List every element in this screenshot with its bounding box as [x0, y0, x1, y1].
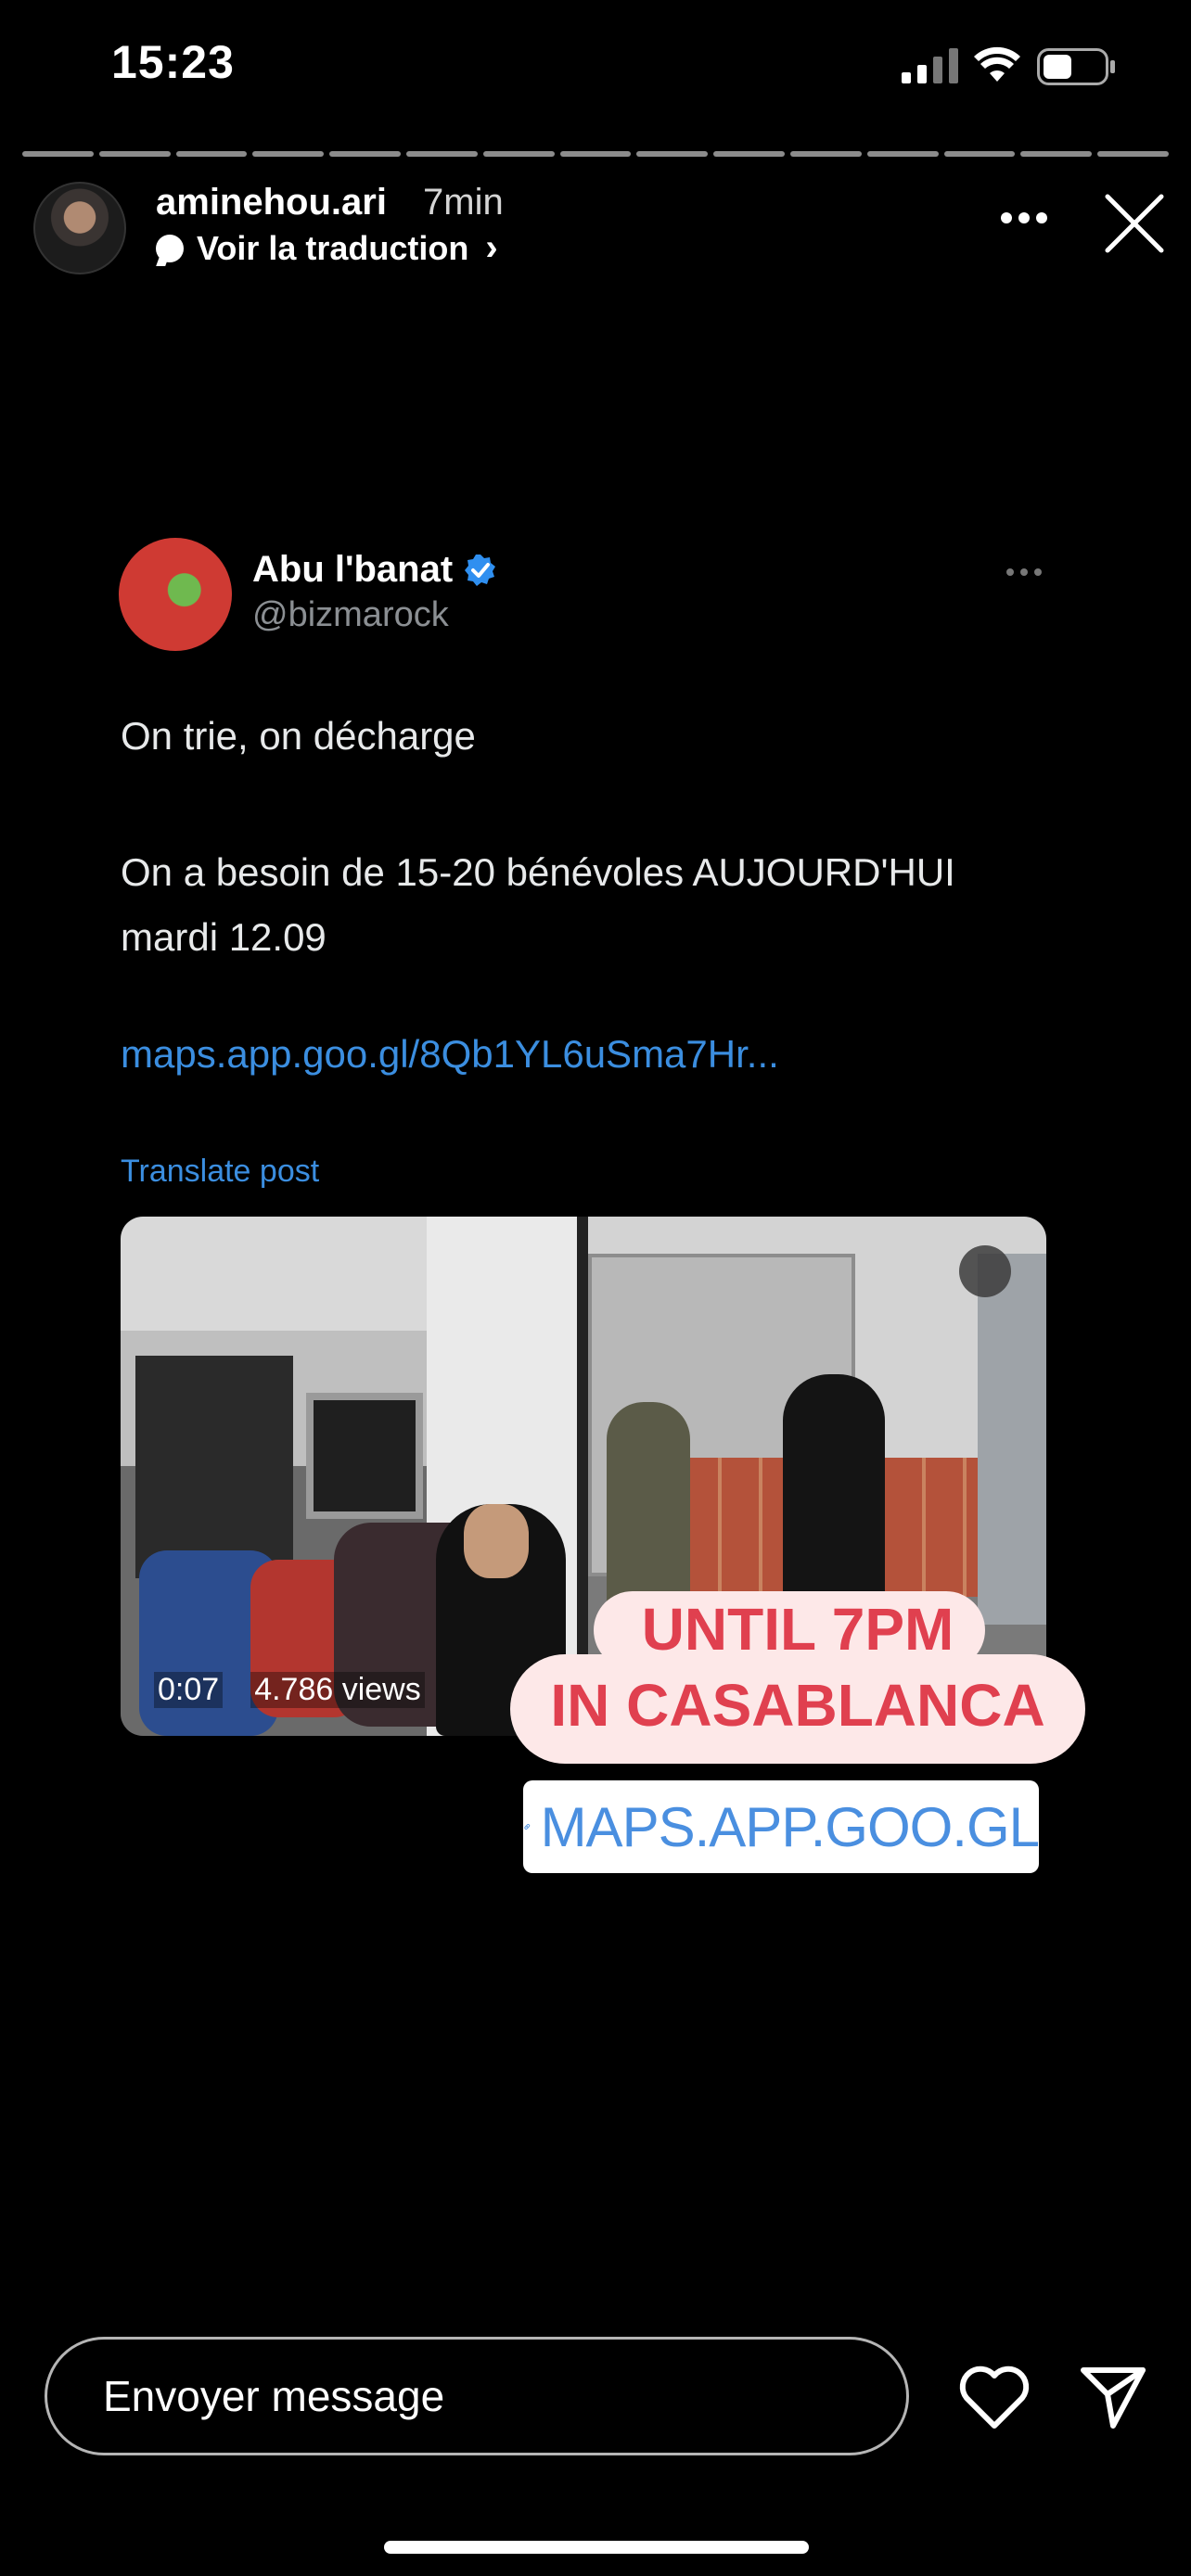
story-progress-segment — [789, 151, 862, 157]
story-progress-segment — [866, 151, 939, 157]
story-progress-segment — [98, 151, 171, 157]
gif-icon — [959, 1245, 1011, 1297]
link-icon — [524, 1824, 531, 1830]
story-progress-segment — [22, 151, 94, 157]
status-time: 15:23 — [111, 36, 235, 88]
story-progress-segment — [1020, 151, 1093, 157]
sticker-line-1: UNTIL 7PM — [641, 1596, 954, 1663]
signal-icon — [902, 48, 958, 83]
chat-bubble-icon — [156, 234, 184, 262]
see-translation-link[interactable]: Voir la traduction › — [156, 227, 498, 269]
video-duration: 0:07 — [154, 1672, 224, 1708]
tweet-author-name: Abu l'banat — [252, 549, 454, 590]
story-progress-segment — [559, 151, 632, 157]
story-age: 7min — [423, 182, 504, 223]
story-progress-segment — [636, 151, 709, 157]
story-progress-segment — [175, 151, 248, 157]
link-sticker[interactable]: MAPS.APP.GOO.GL — [523, 1780, 1040, 1873]
more-dots-icon[interactable] — [1000, 211, 1048, 224]
tweet-handle: @bizmarock — [252, 595, 449, 634]
story-progress — [22, 151, 1169, 157]
translate-post-link: Translate post — [121, 1154, 320, 1189]
link-sticker-label: MAPS.APP.GOO.GL — [540, 1795, 1040, 1858]
see-translation-label: Voir la traduction — [197, 228, 469, 267]
tweet-avatar — [119, 538, 232, 651]
tweet-more-icon — [1006, 568, 1042, 576]
story-progress-segment — [405, 151, 478, 157]
story-username[interactable]: aminehou.ari — [156, 182, 387, 223]
tweet-text-line2: On a besoin de 15-20 bénévoles AUJOURD'H… — [121, 850, 955, 959]
video-meta: 0:07 4.786 views — [154, 1672, 425, 1708]
wifi-icon — [974, 46, 1020, 82]
tweet-text-line1: On trie, on décharge — [121, 714, 476, 758]
close-icon[interactable] — [1104, 193, 1165, 254]
tweet-link: maps.app.goo.gl/8Qb1YL6uSma7Hr... — [121, 1032, 779, 1076]
avatar[interactable] — [33, 182, 126, 274]
chevron-right-icon: › — [485, 227, 498, 268]
story-progress-segment — [1097, 151, 1169, 157]
story-progress-segment — [943, 151, 1016, 157]
verified-badge-icon — [465, 554, 496, 586]
story-progress-segment — [252, 151, 325, 157]
story-progress-segment — [329, 151, 401, 157]
photo-volunteers-sorting — [121, 1217, 577, 1736]
battery-icon — [1037, 48, 1115, 85]
story-progress-segment — [482, 151, 555, 157]
tweet-author: Abu l'banat — [252, 549, 497, 591]
message-input[interactable]: Envoyer message — [45, 2337, 909, 2455]
send-icon[interactable] — [1078, 2361, 1148, 2431]
sticker-line-2: IN CASABLANCA — [550, 1672, 1045, 1739]
heart-icon[interactable] — [957, 2365, 1031, 2431]
home-indicator[interactable] — [384, 2541, 809, 2554]
text-sticker: UNTIL 7PM IN CASABLANCA — [510, 1591, 1085, 1743]
story-progress-segment — [713, 151, 785, 157]
video-views: 4.786 views — [250, 1672, 425, 1708]
